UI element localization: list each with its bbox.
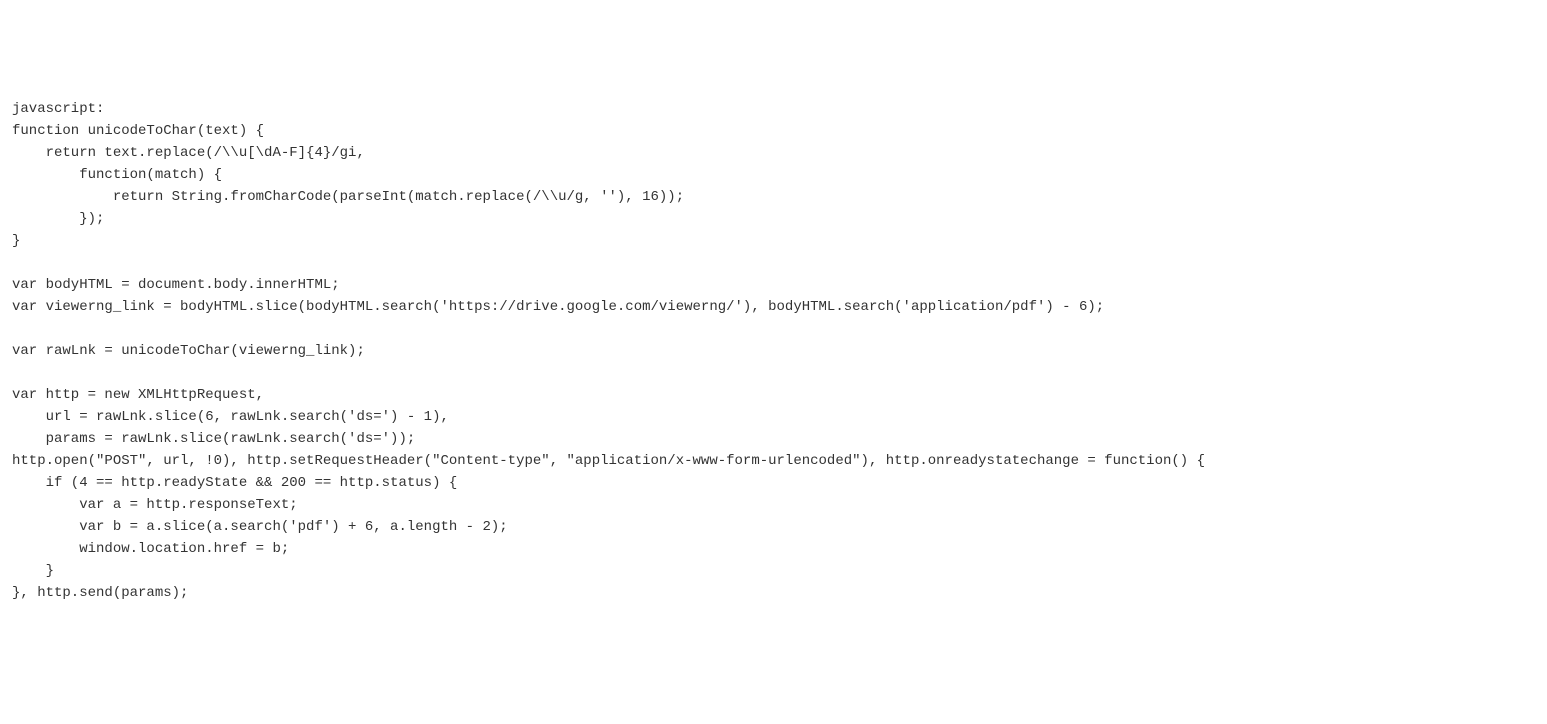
code-snippet: javascript: function unicodeToChar(text)… <box>12 98 1535 604</box>
